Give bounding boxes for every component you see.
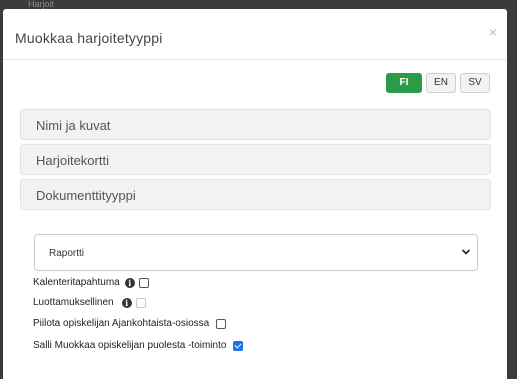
accordion-label: Harjoitekortti [36, 153, 109, 168]
accordion-label: Dokumenttityyppi [36, 188, 136, 203]
accordion-label: Nimi ja kuvat [36, 118, 111, 133]
accordion-document-type[interactable]: Dokumenttityyppi [20, 179, 491, 210]
close-icon[interactable]: × [489, 25, 497, 39]
option-label: Piilota opiskelijan Ajankohtaista-osioss… [33, 318, 210, 329]
allow-edit-on-behalf-checkbox[interactable] [233, 340, 244, 351]
language-switcher: FI EN SV [386, 73, 490, 93]
hide-from-current-checkbox[interactable] [216, 318, 227, 329]
option-calendar-event: Kalenteritapahtuma i [33, 277, 149, 288]
info-icon[interactable]: i [124, 277, 135, 288]
option-label: Salli Muokkaa opiskelijan puolesta -toim… [33, 340, 227, 351]
calendar-event-checkbox[interactable] [138, 277, 149, 288]
edit-exercise-type-modal: Muokkaa harjoitetyyppi × FI EN SV Nimi j… [3, 9, 507, 379]
modal-title: Muokkaa harjoitetyyppi [15, 30, 163, 46]
select-value: Raportti [49, 248, 85, 259]
backdrop-text: Harjoit [28, 0, 55, 9]
language-button-sv[interactable]: SV [460, 73, 490, 93]
option-label: Luottamuksellinen [33, 297, 114, 308]
option-allow-edit-on-behalf: Salli Muokkaa opiskelijan puolesta -toim… [33, 340, 244, 351]
language-button-en[interactable]: EN [426, 73, 456, 93]
confidential-checkbox [135, 297, 146, 308]
accordion-name-and-images[interactable]: Nimi ja kuvat [20, 109, 491, 140]
option-hide-from-current: Piilota opiskelijan Ajankohtaista-osioss… [33, 318, 227, 329]
language-button-fi[interactable]: FI [386, 73, 422, 93]
modal-header: Muokkaa harjoitetyyppi × [3, 9, 507, 60]
accordion-exercise-card[interactable]: Harjoitekortti [20, 144, 491, 175]
chevron-down-icon [461, 249, 471, 255]
info-icon[interactable]: i [121, 297, 132, 308]
document-type-select[interactable]: Raportti [34, 234, 478, 271]
option-confidential: Luottamuksellinen i [33, 297, 146, 308]
option-label: Kalenteritapahtuma [33, 277, 120, 288]
